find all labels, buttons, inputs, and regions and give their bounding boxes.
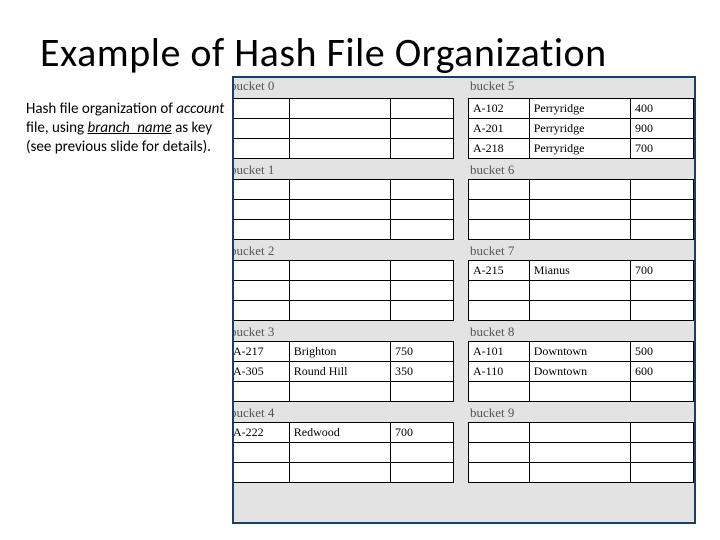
- table-row: [232, 463, 454, 483]
- table-row: [232, 281, 454, 301]
- table-row: [469, 281, 694, 301]
- bucket-table: [468, 422, 694, 483]
- table-row: [232, 301, 454, 321]
- table-row: A-222Redwood700: [232, 423, 454, 443]
- bucket-table: [232, 179, 454, 240]
- table-row: A-110Downtown600: [469, 362, 694, 382]
- bucket-table: [232, 260, 454, 321]
- table-row: [469, 180, 694, 200]
- bucket-label: bucket 2: [232, 240, 454, 260]
- bucket-table: A-101Downtown500A-110Downtown600: [468, 341, 694, 402]
- bucket-label: bucket 4: [232, 402, 454, 422]
- table-row: A-215Mianus700: [469, 261, 694, 281]
- bucket-table: [232, 98, 454, 159]
- bucket-label: bucket 0: [232, 78, 454, 98]
- table-row: [232, 443, 454, 463]
- table-row: A-201Perryridge900: [469, 119, 694, 139]
- table-row: [232, 119, 454, 139]
- bucket-label: bucket 1: [232, 159, 454, 179]
- hash-buckets-figure: bucket 0 bucket 1 bucket 2 bucket 3A-217Bri…: [232, 76, 696, 524]
- bucket-table: A-215Mianus700: [468, 260, 694, 321]
- slide-description: Hash file organization of account file, …: [26, 100, 231, 156]
- table-row: [469, 382, 694, 402]
- bucket-label: bucket 8: [468, 321, 694, 341]
- table-row: [232, 180, 454, 200]
- table-row: [232, 261, 454, 281]
- table-row: A-217Brighton750: [232, 342, 454, 362]
- table-row: A-101Downtown500: [469, 342, 694, 362]
- bucket-table: A-102Perryridge400A-201Perryridge900A-21…: [468, 98, 694, 159]
- bucket-table: A-222Redwood700: [232, 422, 454, 483]
- bucket-label: bucket 7: [468, 240, 694, 260]
- table-row: [469, 200, 694, 220]
- table-row: [469, 443, 694, 463]
- table-row: [469, 220, 694, 240]
- bucket-table: A-217Brighton750A-305Round Hill350: [232, 341, 454, 402]
- table-row: [469, 463, 694, 483]
- table-row: [232, 382, 454, 402]
- table-row: A-305Round Hill350: [232, 362, 454, 382]
- bucket-table: [468, 179, 694, 240]
- table-row: [232, 220, 454, 240]
- bucket-label: bucket 9: [468, 402, 694, 422]
- table-row: A-218Perryridge700: [469, 139, 694, 159]
- table-row: A-102Perryridge400: [469, 99, 694, 119]
- bucket-label: bucket 6: [468, 159, 694, 179]
- table-row: [469, 301, 694, 321]
- table-row: [232, 139, 454, 159]
- table-row: [469, 423, 694, 443]
- table-row: [232, 99, 454, 119]
- slide-title: Example of Hash File Organization: [40, 28, 607, 77]
- bucket-label: bucket 3: [232, 321, 454, 341]
- table-row: [232, 200, 454, 220]
- bucket-label: bucket 5: [468, 78, 694, 98]
